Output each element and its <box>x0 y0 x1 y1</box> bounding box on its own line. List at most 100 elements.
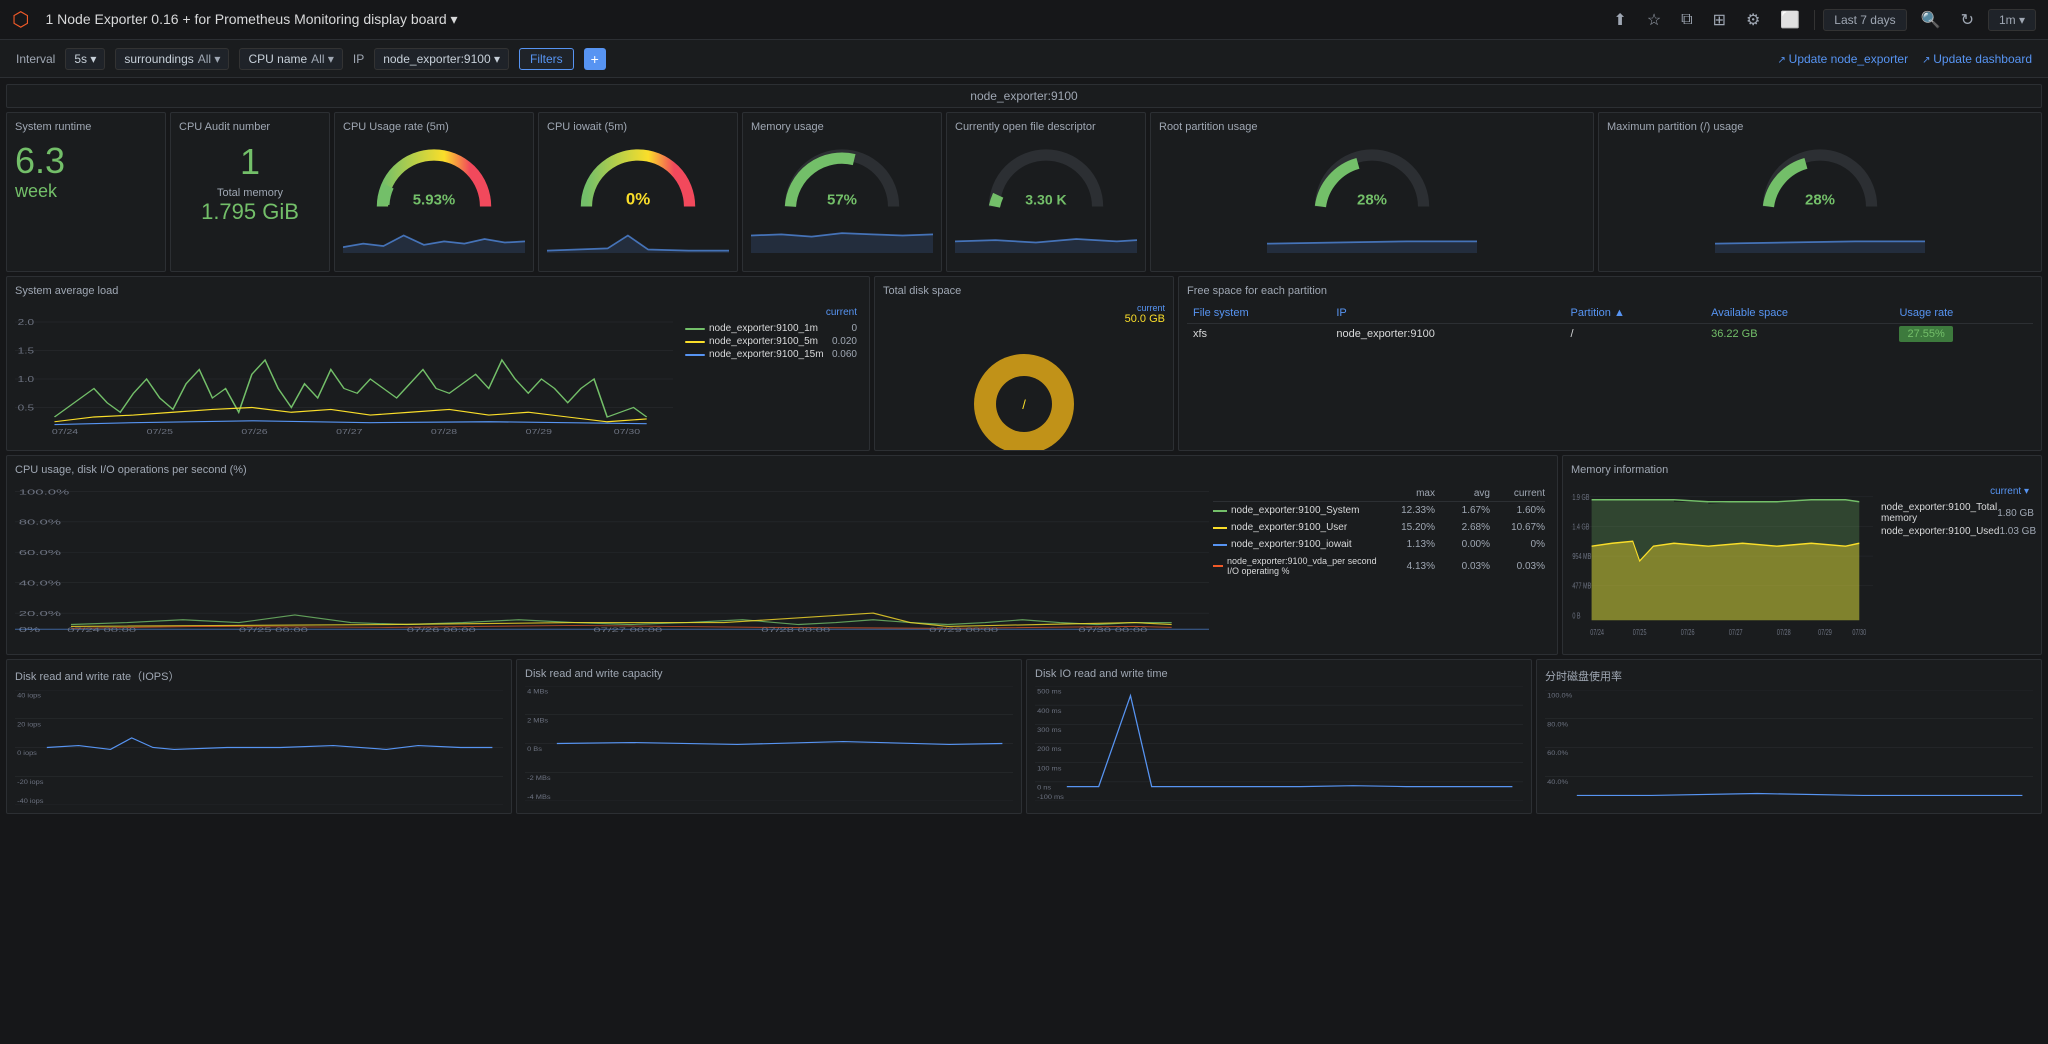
diskspace-card: Total disk space current 50.0 GB / <box>874 276 1174 451</box>
cpu-legend-row-user: node_exporter:9100_User 15.20% 2.68% 10.… <box>1213 519 1545 536</box>
cpu-ops-chart-svg: 100.0% 80.0% 60.0% 40.0% 20.0% 0% <box>15 482 1209 634</box>
update-node-link[interactable]: Update node_exporter <box>1777 52 1908 66</box>
svg-text:28%: 28% <box>1805 192 1835 209</box>
cpu-usage-card: CPU Usage rate (5m) <box>334 112 534 272</box>
runtime-card: System runtime 6.3 week <box>6 112 166 272</box>
cpu-legend-max-iowait: 1.13% <box>1380 539 1435 550</box>
legend-line-1m <box>685 328 705 330</box>
cpu-usage-gauge: 5.93% <box>343 139 525 253</box>
svg-text:07/30 00:00: 07/30 00:00 <box>1078 627 1147 634</box>
refresh-interval[interactable]: 1m ▾ <box>1988 9 2036 31</box>
svg-text:07/25: 07/25 <box>147 427 173 435</box>
disk-iops-card: Disk read and write rate（IOPS） 40 iops 2… <box>6 659 512 814</box>
cpu-legend-cur-vda: 0.03% <box>1490 561 1545 572</box>
cpu-iowait-sparkline <box>547 218 729 253</box>
cpu-legend-label-system: node_exporter:9100_System <box>1231 505 1359 516</box>
col-ip[interactable]: IP <box>1330 303 1564 324</box>
svg-text:57%: 57% <box>827 192 857 209</box>
cpu-legend-cur-system: 1.60% <box>1490 505 1545 516</box>
total-memory-val: 1.795 GiB <box>179 199 321 225</box>
meminfo-current-header: current ▾ <box>1877 486 2029 497</box>
svg-text:07/29: 07/29 <box>1818 629 1832 637</box>
cpu-legend-max-user: 15.20% <box>1380 522 1435 533</box>
table-row: xfs node_exporter:9100 / 36.22 GB 27.55% <box>1187 324 2033 345</box>
settings-icon[interactable]: ⚙ <box>1740 6 1766 34</box>
svg-text:500 ms: 500 ms <box>1037 689 1062 696</box>
add-panel-icon[interactable]: ⊞ <box>1707 6 1732 34</box>
tv-mode-icon[interactable]: ⬜ <box>1774 6 1806 34</box>
svg-text:0%: 0% <box>626 190 650 209</box>
interval-chip[interactable]: 5s ▾ <box>65 48 105 70</box>
cpu-legend-avg-user: 2.68% <box>1435 522 1490 533</box>
svg-text:20.0%: 20.0% <box>19 609 62 618</box>
root-part-gauge-svg: 28% <box>1302 139 1442 214</box>
disk-iops-chart-container: 40 iops 20 iops 0 iops -20 iops -40 iops… <box>15 690 503 805</box>
disk-usage-part-chart-container: 100.0% 80.0% 60.0% 40.0% <box>1545 690 2033 805</box>
svg-text:-40 iops: -40 iops <box>17 798 44 805</box>
refresh-icon[interactable]: ↻ <box>1955 6 1980 34</box>
disk-info: current 50.0 GB <box>883 303 1165 325</box>
memory-card: Memory usage 57% <box>742 112 942 272</box>
col-partition[interactable]: Partition ▲ <box>1565 303 1706 324</box>
disk-usage-part-card: 分时磁盘使用率 100.0% 80.0% 60.0% 40.0% <box>1536 659 2042 814</box>
svg-text:100.0%: 100.0% <box>19 487 70 496</box>
svg-text:1.9 GB: 1.9 GB <box>1572 494 1589 502</box>
svg-text:07/26: 07/26 <box>1681 629 1695 637</box>
sysload-chart: 2.0 1.5 1.0 0.5 07/24 07/25 07/26 <box>15 303 673 436</box>
svg-text:100.0%: 100.0% <box>1547 693 1573 700</box>
cpu-legend-row-vda: node_exporter:9100_vda_per second I/O op… <box>1213 553 1545 579</box>
svg-text:28%: 28% <box>1357 192 1387 209</box>
col-usage[interactable]: Usage rate <box>1893 303 2033 324</box>
time-range-picker[interactable]: Last 7 days <box>1823 9 1906 31</box>
cpu-legend-max-vda: 4.13% <box>1380 561 1435 572</box>
svg-text:07/27: 07/27 <box>1729 629 1743 637</box>
filters-button[interactable]: Filters <box>519 48 574 70</box>
svg-text:200 ms: 200 ms <box>1037 746 1062 753</box>
svg-text:07/24 00:00: 07/24 00:00 <box>67 627 136 634</box>
surroundings-chip[interactable]: surroundings All ▾ <box>115 48 229 70</box>
freespace-title: Free space for each partition <box>1187 285 2033 297</box>
svg-text:07/29: 07/29 <box>526 427 552 435</box>
col-filesystem[interactable]: File system <box>1187 303 1330 324</box>
disk-cap-svg: 4 MBs 2 MBs 0 Bs -2 MBs -4 MBs <box>525 686 1013 801</box>
cpu-legend-hdr-max: max <box>1380 488 1435 499</box>
svg-text:07/26: 07/26 <box>241 427 267 435</box>
svg-text:40.0%: 40.0% <box>1547 779 1569 786</box>
file-desc-sparkline <box>955 218 1137 253</box>
zoom-icon[interactable]: 🔍 <box>1915 6 1947 34</box>
meminfo-legend-used: node_exporter:9100_Used 1.03 GB <box>1877 525 2029 538</box>
memory-title: Memory usage <box>751 121 933 133</box>
cpu-name-chip[interactable]: CPU name All ▾ <box>239 48 342 70</box>
svg-text:/: / <box>1022 397 1026 412</box>
add-filter-button[interactable]: + <box>584 48 606 70</box>
cpu-ops-chart: 100.0% 80.0% 60.0% 40.0% 20.0% 0% <box>15 482 1209 634</box>
svg-text:40.0%: 40.0% <box>19 578 62 587</box>
legend-val-1m: 0 <box>851 323 857 334</box>
cpu-usage-sparkline <box>343 218 525 253</box>
sysload-legend-item-5m: node_exporter:9100_5m 0.020 <box>685 335 857 348</box>
disk-usage-part-title: 分时磁盘使用率 <box>1545 668 2033 684</box>
svg-text:80.0%: 80.0% <box>1547 722 1569 729</box>
sysload-title: System average load <box>15 285 861 297</box>
ip-label: IP <box>353 52 364 66</box>
star-icon[interactable]: ☆ <box>1641 6 1667 34</box>
cpu-ops-inner: 100.0% 80.0% 60.0% 40.0% 20.0% 0% <box>15 482 1549 634</box>
meminfo-legend-total: node_exporter:9100_Total memory 1.80 GB <box>1877 501 2029 525</box>
meminfo-card: Memory information 1.9 GB 1.4 GB 954 MB … <box>1562 455 2042 655</box>
meminfo-title: Memory information <box>1571 464 2033 476</box>
ip-chip[interactable]: node_exporter:9100 ▾ <box>374 48 509 70</box>
cpu-legend-hdr-avg: avg <box>1435 488 1490 499</box>
svg-text:07/29 00:00: 07/29 00:00 <box>929 627 998 634</box>
cpu-audit-title: CPU Audit number <box>179 121 321 133</box>
update-dash-link[interactable]: Update dashboard <box>1922 52 2032 66</box>
file-desc-gauge-svg: 3.30 K <box>976 139 1116 214</box>
share-icon[interactable]: ⬆ <box>1607 6 1632 34</box>
disk-iops-svg: 40 iops 20 iops 0 iops -20 iops -40 iops… <box>15 690 503 805</box>
svg-text:07/25: 07/25 <box>1633 629 1647 637</box>
copy-icon[interactable]: ⧉ <box>1675 7 1698 33</box>
col-avail[interactable]: Available space <box>1705 303 1893 324</box>
cpu-iowait-title: CPU iowait (5m) <box>547 121 729 133</box>
meminfo-val-total: 1.80 GB <box>1997 508 2034 519</box>
cpu-audit-card: CPU Audit number 1 Total memory 1.795 Gi… <box>170 112 330 272</box>
disk-current-val: 50.0 GB <box>1125 313 1165 325</box>
